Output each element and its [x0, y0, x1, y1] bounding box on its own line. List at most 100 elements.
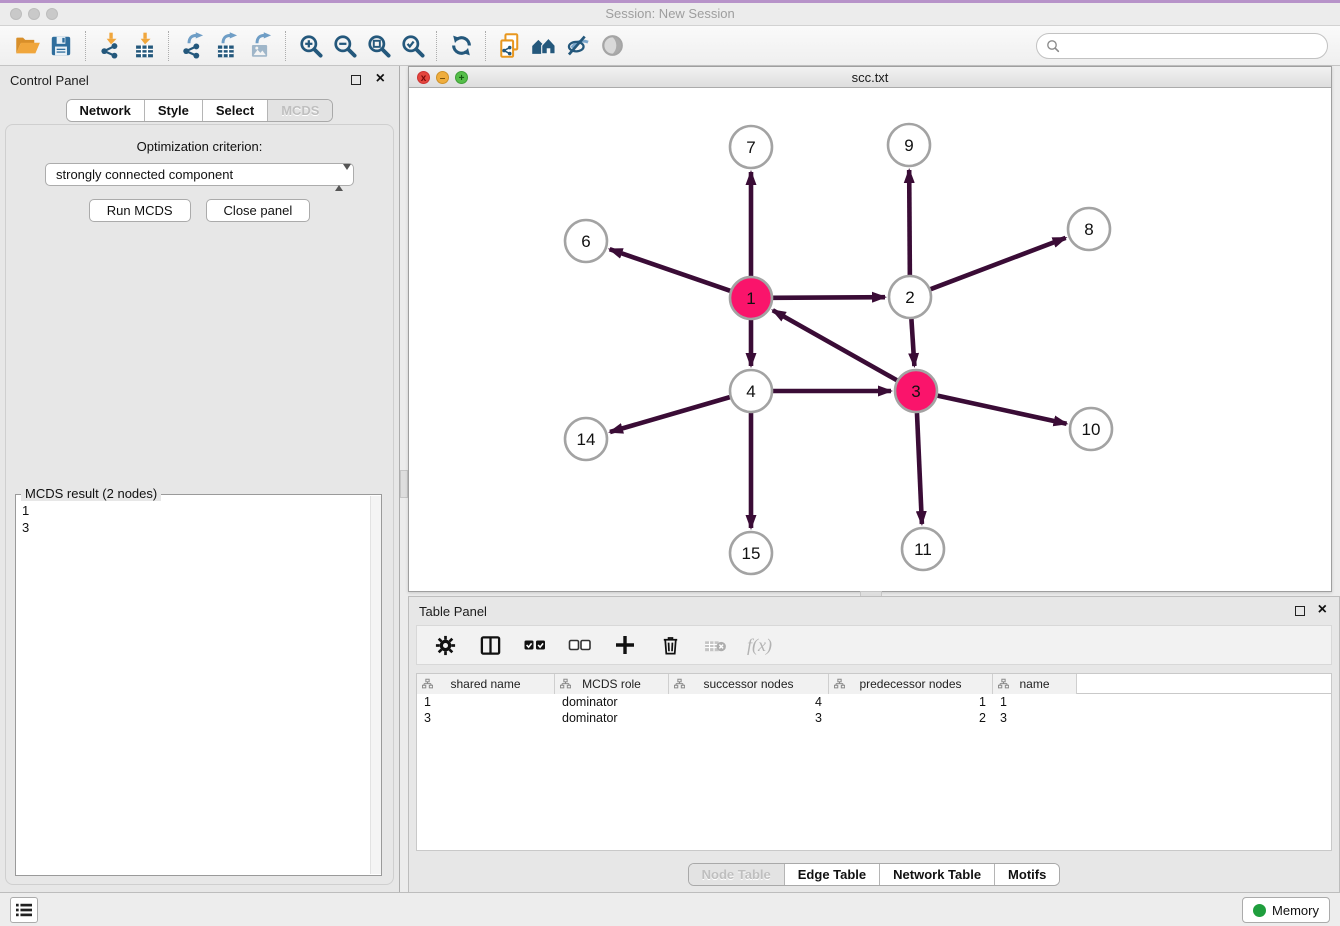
import-table-icon[interactable]: [127, 30, 161, 62]
add-column-icon[interactable]: [612, 632, 638, 658]
graphics-details-icon[interactable]: [595, 30, 629, 62]
export-network-icon[interactable]: [176, 30, 210, 62]
float-panel-icon[interactable]: [351, 75, 361, 85]
control-panel-tabs: NetworkStyleSelectMCDS: [66, 99, 334, 122]
graph-node-4[interactable]: 4: [730, 370, 772, 412]
export-table-icon[interactable]: [210, 30, 244, 62]
select-all-checkboxes-icon[interactable]: [522, 632, 548, 658]
zoom-fit-icon[interactable]: [361, 30, 395, 62]
float-table-panel-icon[interactable]: [1295, 606, 1305, 616]
search-icon: [1045, 38, 1061, 54]
mcds-result-box: MCDS result (2 nodes) 13: [15, 494, 382, 876]
graph-node-8[interactable]: 8: [1068, 208, 1110, 250]
welcome-screen-icon[interactable]: [527, 30, 561, 62]
column-header-name[interactable]: name: [993, 674, 1077, 694]
graph-edge-2-3[interactable]: [911, 319, 914, 366]
graph-edge-3-1[interactable]: [773, 310, 897, 380]
table-cell[interactable]: 3: [669, 710, 829, 726]
svg-text:2: 2: [905, 288, 914, 307]
result-scrollbar[interactable]: [370, 496, 381, 874]
tab-network[interactable]: Network: [67, 100, 144, 121]
delete-column-icon[interactable]: [657, 632, 683, 658]
mcds-result-line: 3: [22, 519, 369, 536]
toolbar-separator: [436, 31, 437, 61]
close-panel-button[interactable]: Close panel: [206, 199, 311, 222]
delete-table-icon[interactable]: [702, 632, 728, 658]
graph-edge-2-9[interactable]: [909, 170, 910, 275]
memory-button[interactable]: Memory: [1242, 897, 1330, 923]
toolbar-separator: [85, 31, 86, 61]
vertical-splitter[interactable]: [400, 470, 408, 498]
graph-edge-4-14[interactable]: [610, 397, 730, 432]
settings-gear-icon[interactable]: [432, 632, 458, 658]
task-history-button[interactable]: [10, 897, 38, 923]
graph-node-10[interactable]: 10: [1070, 408, 1112, 450]
import-network-icon[interactable]: [93, 30, 127, 62]
tab-network-table[interactable]: Network Table: [879, 864, 994, 885]
zoom-in-icon[interactable]: [293, 30, 327, 62]
node-table[interactable]: shared nameMCDS rolesuccessor nodesprede…: [416, 673, 1332, 851]
table-cell[interactable]: 2: [829, 710, 993, 726]
zoom-out-icon[interactable]: [327, 30, 361, 62]
table-panel-title: Table Panel: [419, 604, 487, 619]
column-header-predecessor-nodes[interactable]: predecessor nodes: [829, 674, 993, 694]
network-view-title: scc.txt: [409, 70, 1331, 85]
graph-node-1[interactable]: 1: [730, 277, 772, 319]
graph-node-3[interactable]: 3: [895, 370, 937, 412]
network-window-titlebar[interactable]: x – + scc.txt: [409, 67, 1331, 88]
graph-edge-1-6[interactable]: [610, 249, 731, 291]
search-box[interactable]: [1036, 33, 1328, 59]
svg-text:15: 15: [742, 544, 761, 563]
tab-motifs[interactable]: Motifs: [994, 864, 1059, 885]
table-panel: Table Panel ×: [408, 596, 1340, 895]
close-table-panel-icon[interactable]: ×: [1318, 601, 1327, 619]
mcds-result-text[interactable]: 13: [16, 497, 369, 875]
save-session-icon[interactable]: [44, 30, 78, 62]
column-header-shared-name[interactable]: shared name: [417, 674, 555, 694]
table-cell[interactable]: 1: [829, 694, 993, 710]
tab-mcds[interactable]: MCDS: [267, 100, 332, 121]
close-panel-icon[interactable]: ×: [376, 70, 385, 88]
table-cell[interactable]: 3: [993, 710, 1077, 726]
graph-node-6[interactable]: 6: [565, 220, 607, 262]
table-cell[interactable]: dominator: [555, 710, 669, 726]
deselect-all-checkboxes-icon[interactable]: [567, 632, 593, 658]
svg-text:9: 9: [904, 136, 913, 155]
graph-node-2[interactable]: 2: [889, 276, 931, 318]
table-cell[interactable]: dominator: [555, 694, 669, 710]
table-cell[interactable]: 1: [993, 694, 1077, 710]
graph-node-11[interactable]: 11: [902, 528, 944, 570]
graph-node-15[interactable]: 15: [730, 532, 772, 574]
table-cell[interactable]: 4: [669, 694, 829, 710]
zoom-selected-icon[interactable]: [395, 30, 429, 62]
export-image-icon[interactable]: [244, 30, 278, 62]
run-mcds-button[interactable]: Run MCDS: [89, 199, 191, 222]
split-columns-icon[interactable]: [477, 632, 503, 658]
duplicate-network-icon[interactable]: [493, 30, 527, 62]
tab-style[interactable]: Style: [144, 100, 202, 121]
refresh-layout-icon[interactable]: [444, 30, 478, 62]
status-bar: Memory: [0, 892, 1340, 926]
open-file-icon[interactable]: [10, 30, 44, 62]
graph-node-9[interactable]: 9: [888, 124, 930, 166]
graph-edge-2-8[interactable]: [931, 238, 1066, 289]
criterion-dropdown[interactable]: strongly connected component: [45, 163, 354, 186]
graph-edge-3-11[interactable]: [917, 413, 922, 524]
tab-select[interactable]: Select: [202, 100, 267, 121]
tab-node-table[interactable]: Node Table: [689, 864, 784, 885]
table-cell[interactable]: 3: [417, 710, 555, 726]
tab-edge-table[interactable]: Edge Table: [784, 864, 879, 885]
network-graph-canvas[interactable]: 7 9 6 8 1 2 4 3 14 10 15 11: [409, 88, 1331, 591]
column-header-mcds-role[interactable]: MCDS role: [555, 674, 669, 694]
table-row[interactable]: 1dominator411: [417, 694, 1331, 710]
graph-node-7[interactable]: 7: [730, 126, 772, 168]
search-input[interactable]: [1066, 39, 1316, 54]
table-row[interactable]: 3dominator323: [417, 710, 1331, 726]
function-builder-icon[interactable]: f(x): [747, 635, 772, 656]
graph-edge-3-10[interactable]: [937, 396, 1066, 424]
graph-edge-1-2[interactable]: [773, 297, 885, 298]
graph-node-14[interactable]: 14: [565, 418, 607, 460]
table-cell[interactable]: 1: [417, 694, 555, 710]
column-header-successor-nodes[interactable]: successor nodes: [669, 674, 829, 694]
hide-style-icon[interactable]: [561, 30, 595, 62]
